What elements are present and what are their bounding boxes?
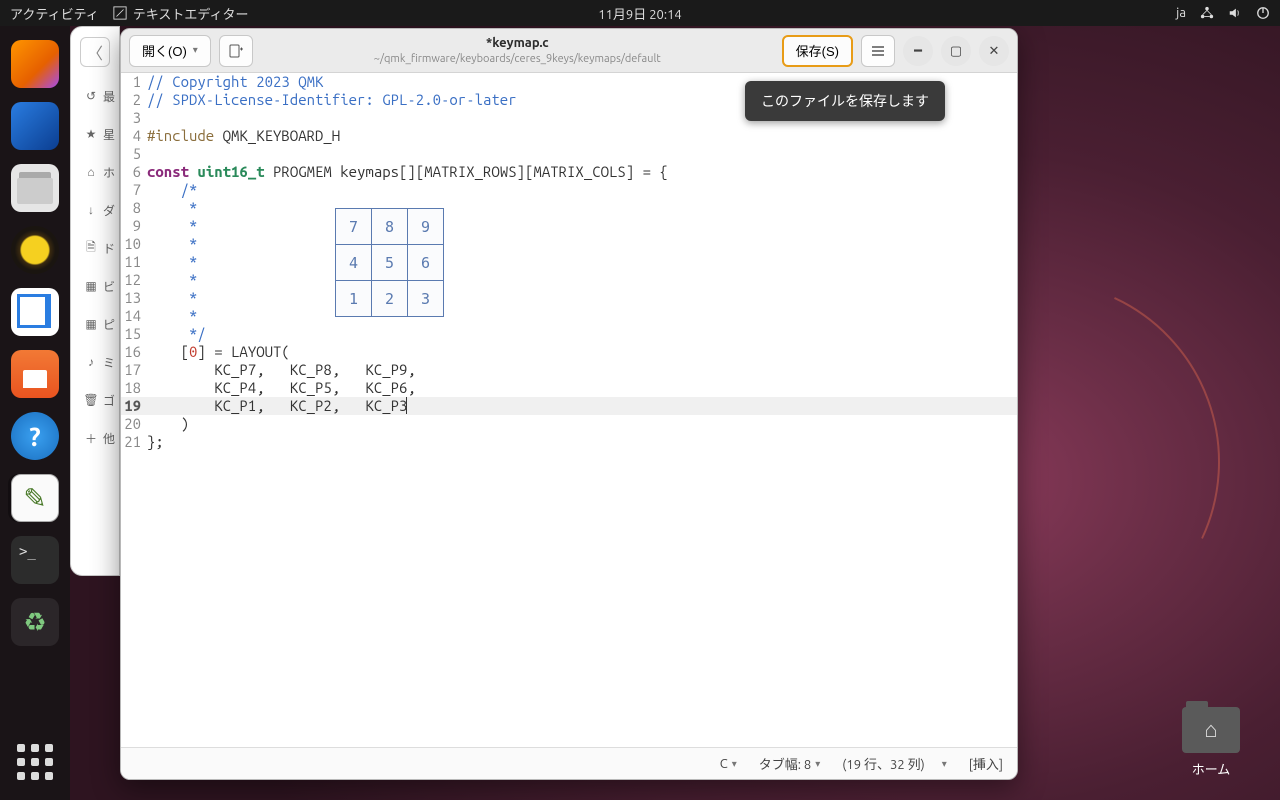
sb-tabwidth[interactable]: タブ幅: 8▾ (759, 754, 821, 773)
code-line[interactable]: }; (145, 433, 1017, 451)
line-number: 17 (121, 361, 145, 379)
sb-position[interactable]: (19 行、32 列) ▾ (842, 754, 946, 773)
code-line[interactable]: KC_P7, KC_P8, KC_P9, (145, 361, 1017, 379)
save-tooltip: このファイルを保存します (745, 81, 945, 121)
titlebar: 開く(O) ▾ *keymap.c ~/qmk_firmware/keyboar… (121, 29, 1017, 73)
line-number: 20 (121, 415, 145, 433)
dock-firefox[interactable] (11, 40, 59, 88)
hamburger-icon (871, 44, 885, 58)
code-line[interactable]: * (145, 289, 1017, 307)
code-line[interactable]: [0] = LAYOUT( (145, 343, 1017, 361)
code-line[interactable]: */ (145, 325, 1017, 343)
tray-item[interactable]: ＋他 (75, 419, 115, 457)
document-title: *keymap.c ~/qmk_firmware/keyboards/ceres… (261, 35, 774, 66)
dock-thunderbird[interactable] (11, 102, 59, 150)
tray-item[interactable]: ⌂ホ (75, 153, 115, 191)
code-line[interactable]: #include QMK_KEYBOARD_H (145, 127, 1017, 145)
line-number: 21 (121, 433, 145, 451)
text-editor-window: 開く(O) ▾ *keymap.c ~/qmk_firmware/keyboar… (120, 28, 1018, 780)
line-number: 8 (121, 199, 145, 217)
code-line[interactable]: const uint16_t PROGMEM keymaps[][MATRIX_… (145, 163, 1017, 181)
chevron-down-icon: ▾ (193, 45, 198, 56)
tray-item[interactable]: ▦ビ (75, 267, 115, 305)
code-line[interactable]: * (145, 253, 1017, 271)
minimize-button[interactable]: ━ (903, 36, 933, 66)
line-number: 18 (121, 379, 145, 397)
line-number: 6 (121, 163, 145, 181)
line-number: 9 (121, 217, 145, 235)
tray-item[interactable]: ↓ダ (75, 191, 115, 229)
code-line[interactable]: * (145, 217, 1017, 235)
dock-terminal[interactable] (11, 536, 59, 584)
dock: ? (0, 26, 70, 800)
dock-libreoffice-writer[interactable] (11, 288, 59, 336)
tray-item[interactable]: ↺最 (75, 77, 115, 115)
new-tab-button[interactable] (219, 35, 253, 67)
ime-indicator[interactable]: ja (1176, 6, 1186, 20)
tray-item[interactable]: ♪ミ (75, 343, 115, 381)
line-number: 4 (121, 127, 145, 145)
dock-help[interactable]: ? (11, 412, 59, 460)
line-number: 12 (121, 271, 145, 289)
line-number: 14 (121, 307, 145, 325)
code-line[interactable]: KC_P1, KC_P2, KC_P3 (145, 397, 1017, 415)
line-number: 15 (121, 325, 145, 343)
line-number: 13 (121, 289, 145, 307)
clock[interactable]: 11月9日 20:14 (598, 4, 682, 23)
volume-icon[interactable] (1228, 6, 1242, 20)
dock-rhythmbox[interactable] (11, 226, 59, 274)
code-line[interactable]: * (145, 199, 1017, 217)
code-line[interactable]: KC_P4, KC_P5, KC_P6, (145, 379, 1017, 397)
tray-item[interactable]: ▦ピ (75, 305, 115, 343)
sb-insert-mode: [挿入] (969, 754, 1003, 773)
line-number: 7 (121, 181, 145, 199)
dock-text-editor[interactable] (11, 474, 59, 522)
back-button[interactable]: 〈 (80, 37, 110, 67)
power-icon[interactable] (1256, 6, 1270, 20)
line-number: 19 (121, 397, 145, 415)
tray-item[interactable]: 🗑ゴ (75, 381, 115, 419)
statusbar: C▾ タブ幅: 8▾ (19 行、32 列) ▾ [挿入] (121, 747, 1017, 779)
line-number: 16 (121, 343, 145, 361)
maximize-button[interactable]: ▢ (941, 36, 971, 66)
line-number: 5 (121, 145, 145, 163)
code-line[interactable] (145, 145, 1017, 163)
open-button[interactable]: 開く(O) ▾ (129, 35, 211, 67)
new-document-icon (228, 43, 244, 59)
desktop-home-folder[interactable]: ホーム (1182, 707, 1240, 778)
activities-button[interactable]: アクティビティ (10, 4, 99, 23)
code-line[interactable]: /* (145, 181, 1017, 199)
dock-show-apps[interactable] (17, 744, 53, 780)
code-line[interactable]: * (145, 307, 1017, 325)
code-line[interactable]: * (145, 271, 1017, 289)
line-number: 10 (121, 235, 145, 253)
close-button[interactable]: ✕ (979, 36, 1009, 66)
code-line[interactable]: * (145, 235, 1017, 253)
text-editor-icon (113, 6, 127, 20)
tray-item[interactable]: 🗎ド (75, 229, 115, 267)
line-number: 1 (121, 73, 145, 91)
save-button[interactable]: 保存(S) (782, 35, 853, 67)
gnome-topbar: アクティビティ テキストエディター 11月9日 20:14 ja (0, 0, 1280, 26)
dock-software[interactable] (11, 350, 59, 398)
files-sidebar-peek: 〈 ↺最★星⌂ホ↓ダ🗎ド▦ビ▦ピ♪ミ🗑ゴ＋他 (70, 26, 120, 576)
line-number: 3 (121, 109, 145, 127)
line-number: 2 (121, 91, 145, 109)
hamburger-menu-button[interactable] (861, 35, 895, 67)
tray-item[interactable]: ★星 (75, 115, 115, 153)
dock-trash[interactable] (11, 598, 59, 646)
current-app-indicator[interactable]: テキストエディター (113, 4, 249, 23)
dock-files[interactable] (11, 164, 59, 212)
folder-icon (1182, 707, 1240, 753)
network-icon[interactable] (1200, 6, 1214, 20)
sb-language[interactable]: C▾ (720, 757, 737, 771)
code-editor[interactable]: 1// Copyright 2023 QMK2// SPDX-License-I… (121, 73, 1017, 747)
line-number: 11 (121, 253, 145, 271)
code-line[interactable]: ) (145, 415, 1017, 433)
